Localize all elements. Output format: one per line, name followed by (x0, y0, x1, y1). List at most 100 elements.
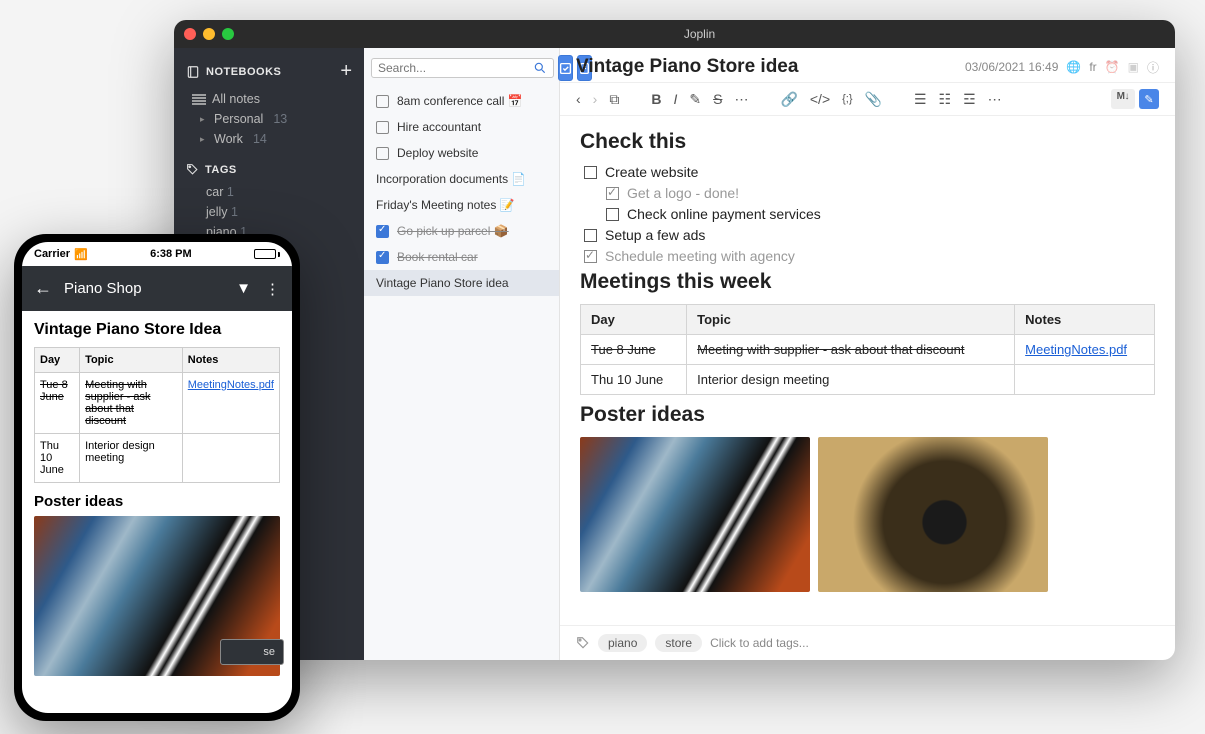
mobile-device-frame: Carrier 📶 6:38 PM ← Piano Shop ▼ ⋮ Vinta… (14, 234, 300, 721)
dropdown-icon[interactable]: ▼ (236, 280, 251, 298)
chevron-right-icon: ▸ (200, 114, 208, 125)
back-icon[interactable]: ‹ (576, 91, 581, 107)
mobile-close-button[interactable]: se (220, 639, 284, 665)
checkbox-list-icon[interactable]: ☲ (963, 91, 976, 108)
tag-icon (186, 163, 199, 176)
note-list-item[interactable]: Hire accountant (364, 114, 559, 140)
more-formatting-icon[interactable]: ⋯ (734, 91, 748, 108)
spellcheck-lang[interactable]: fr (1089, 60, 1096, 74)
carrier-label: Carrier (34, 248, 70, 260)
minimize-window-icon[interactable] (203, 28, 215, 40)
attachment-icon[interactable]: 📎 (865, 91, 882, 108)
info-icon[interactable]: ⓘ (1147, 59, 1159, 76)
sidebar-tag-item[interactable]: jelly 1 (174, 202, 364, 222)
note-title-input[interactable]: Vintage Piano Store idea (576, 56, 798, 78)
bold-icon[interactable]: B (651, 91, 661, 107)
mobile-meetings-table: DayTopicNotes Tue 8 JuneMeeting with sup… (34, 347, 280, 483)
checklist-item[interactable]: Create website (584, 164, 1155, 180)
close-window-icon[interactable] (184, 28, 196, 40)
mobile-nav-title: Piano Shop (64, 280, 224, 297)
heading-posters: Poster ideas (580, 403, 1155, 427)
italic-icon[interactable]: I (673, 91, 677, 107)
checklist-item[interactable]: Schedule meeting with agency (584, 248, 1155, 264)
checkbox-icon[interactable] (584, 166, 597, 179)
sidebar-item-personal[interactable]: ▸ Personal 13 (174, 109, 364, 129)
search-icon[interactable] (533, 61, 547, 75)
code-block-icon[interactable]: {;} (842, 93, 852, 105)
globe-icon[interactable]: 🌐 (1066, 60, 1081, 74)
search-input-wrapper (371, 58, 554, 78)
phone-status-bar: Carrier 📶 6:38 PM (22, 242, 292, 266)
checkbox-icon[interactable] (584, 250, 597, 263)
attachment-link[interactable]: MeetingNotes.pdf (1025, 342, 1127, 357)
attachment-link[interactable]: MeetingNotes.pdf (188, 379, 274, 391)
alarm-icon[interactable]: ⏰ (1105, 60, 1120, 74)
checkbox-icon[interactable] (606, 187, 619, 200)
more-icon[interactable]: ⋯ (988, 91, 1002, 108)
sidebar-tag-item[interactable]: car 1 (174, 182, 364, 202)
search-input[interactable] (378, 61, 533, 75)
meetings-table: DayTopicNotes Tue 8 JuneMeeting with sup… (580, 304, 1155, 395)
external-link-icon[interactable]: ⧉ (609, 91, 619, 108)
mobile-nav-bar: ← Piano Shop ▼ ⋮ (22, 266, 292, 311)
task-checkbox[interactable] (376, 251, 389, 264)
checklist-item[interactable]: Setup a few ads (584, 227, 1155, 243)
battery-icon (254, 249, 280, 259)
back-button[interactable]: ← (34, 278, 52, 299)
tags-label: TAGS (205, 164, 237, 176)
add-tag-prompt[interactable]: Click to add tags... (710, 636, 809, 650)
poster-image-turntable (818, 437, 1048, 592)
phone-clock: 6:38 PM (150, 248, 192, 260)
checkbox-icon[interactable] (584, 229, 597, 242)
task-checkbox[interactable] (376, 121, 389, 134)
window-controls (184, 28, 234, 40)
note-list-item[interactable]: Book rental car (364, 244, 559, 270)
note-list-panel: 8am conference call 📅Hire accountantDepl… (364, 48, 560, 660)
markdown-toggle-button[interactable]: M↓ (1111, 89, 1135, 109)
tag-icon (576, 636, 590, 650)
wifi-icon: 📶 (74, 248, 88, 261)
mobile-heading-posters: Poster ideas (34, 493, 280, 510)
sidebar-item-work[interactable]: ▸ Work 14 (174, 129, 364, 149)
numbered-list-icon[interactable]: ☷ (939, 91, 952, 108)
layout-toggle-icon[interactable]: ▣ (1128, 60, 1139, 74)
strikethrough-icon[interactable]: S (713, 91, 722, 107)
more-menu-icon[interactable]: ⋮ (265, 280, 280, 298)
forward-icon[interactable]: › (593, 91, 598, 107)
chevron-right-icon: ▸ (200, 134, 208, 145)
table-row: Thu 10 JuneInterior design meeting (35, 434, 280, 483)
heading-meetings: Meetings this week (580, 270, 1155, 294)
checklist-item[interactable]: Get a logo - done! (606, 185, 1155, 201)
poster-image-piano (580, 437, 810, 592)
editor-mode-button[interactable]: ✎ (1139, 89, 1159, 109)
maximize-window-icon[interactable] (222, 28, 234, 40)
note-body[interactable]: Check this Create websiteGet a logo - do… (560, 116, 1175, 625)
bullet-list-icon[interactable]: ☰ (914, 91, 927, 108)
checkbox-icon[interactable] (606, 208, 619, 221)
sidebar-item-all-notes[interactable]: All notes (174, 89, 364, 109)
note-timestamp: 03/06/2021 16:49 (965, 60, 1058, 74)
tag-chip[interactable]: piano (598, 634, 647, 652)
note-list-item[interactable]: Incorporation documents 📄 (364, 166, 559, 192)
note-list-item[interactable]: 8am conference call 📅 (364, 88, 559, 114)
checklist-item[interactable]: Check online payment services (606, 206, 1155, 222)
task-checkbox[interactable] (376, 147, 389, 160)
highlight-icon[interactable]: ✎ (689, 91, 701, 108)
tag-chip[interactable]: store (655, 634, 702, 652)
add-notebook-button[interactable]: + (340, 60, 352, 83)
task-checkbox[interactable] (376, 95, 389, 108)
notebooks-label: NOTEBOOKS (206, 66, 281, 78)
note-list-item[interactable]: Go pick up parcel 📦 (364, 218, 559, 244)
app-title: Joplin (234, 27, 1165, 41)
link-icon[interactable]: 🔗 (780, 91, 797, 108)
notebook-icon (186, 65, 200, 79)
notebooks-header: NOTEBOOKS + (174, 56, 364, 89)
code-icon[interactable]: </> (810, 91, 830, 107)
editor-panel: Vintage Piano Store idea 03/06/2021 16:4… (560, 48, 1175, 660)
note-list-item[interactable]: Friday's Meeting notes 📝 (364, 192, 559, 218)
desktop-app-window: Joplin NOTEBOOKS + All notes ▸ Personal … (174, 20, 1175, 660)
editor-toolbar: ‹ › ⧉ B I ✎ S ⋯ 🔗 </> {;} 📎 ☰ ☷ ☲ ⋯ (560, 82, 1175, 116)
task-checkbox[interactable] (376, 225, 389, 238)
note-list-item[interactable]: Deploy website (364, 140, 559, 166)
note-list-item[interactable]: Vintage Piano Store idea (364, 270, 559, 296)
